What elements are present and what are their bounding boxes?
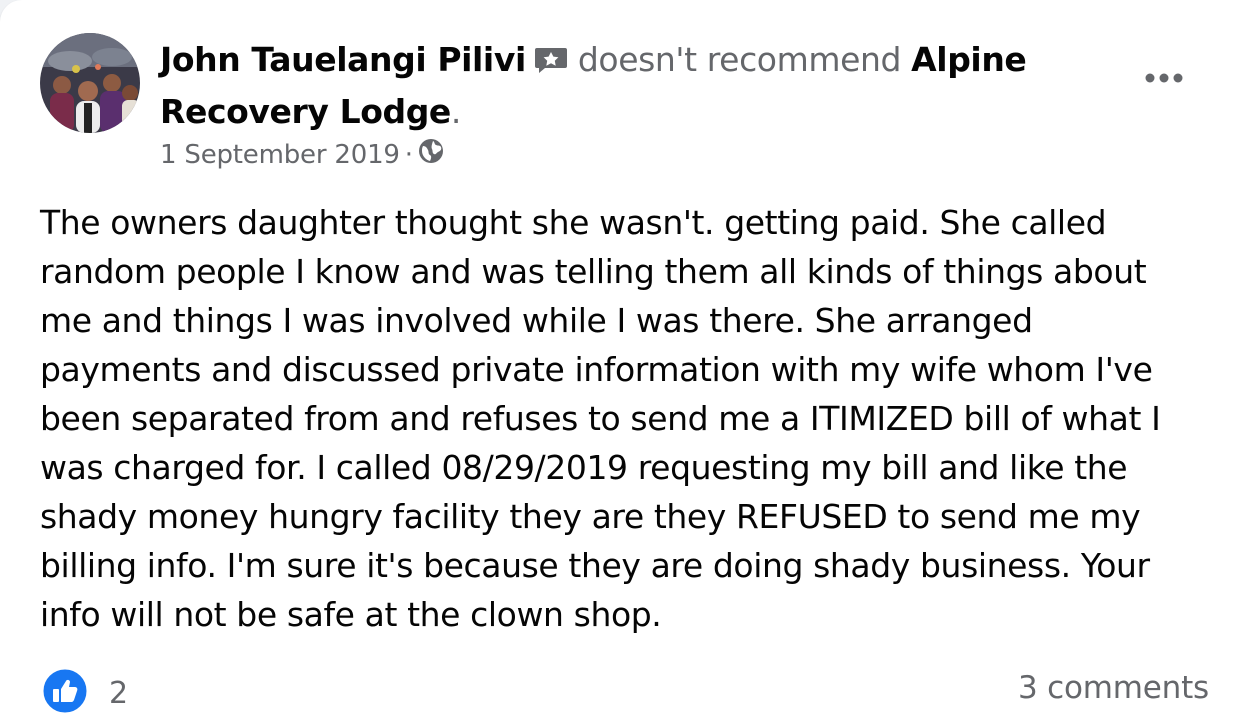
- author-name-link[interactable]: John Tauelangi Pilivi: [160, 40, 526, 79]
- post-header: John Tauelangi Pilivi doesn't recommend A…: [160, 35, 1060, 136]
- post-date-link[interactable]: 1 September 2019: [160, 140, 400, 170]
- comments-count-link[interactable]: 3 comments: [1018, 670, 1209, 706]
- reactions-summary[interactable]: 2: [42, 668, 128, 718]
- meta-separator: ·: [404, 139, 413, 170]
- header-period: .: [450, 92, 462, 131]
- review-post-card: John Tauelangi Pilivi doesn't recommend A…: [0, 0, 1233, 720]
- reaction-count: 2: [109, 675, 129, 711]
- review-badge-icon: [534, 38, 568, 87]
- post-meta: 1 September 2019 ·: [160, 138, 444, 171]
- more-options-button[interactable]: [1138, 58, 1190, 98]
- globe-icon: [418, 138, 444, 171]
- review-body-text: The owners daughter thought she wasn't. …: [40, 203, 1161, 634]
- recommendation-verb: doesn't recommend: [577, 40, 902, 79]
- avatar[interactable]: [40, 33, 140, 133]
- more-horizontal-icon: [1145, 73, 1183, 83]
- like-icon: [42, 668, 88, 718]
- avatar-photo: [40, 33, 140, 133]
